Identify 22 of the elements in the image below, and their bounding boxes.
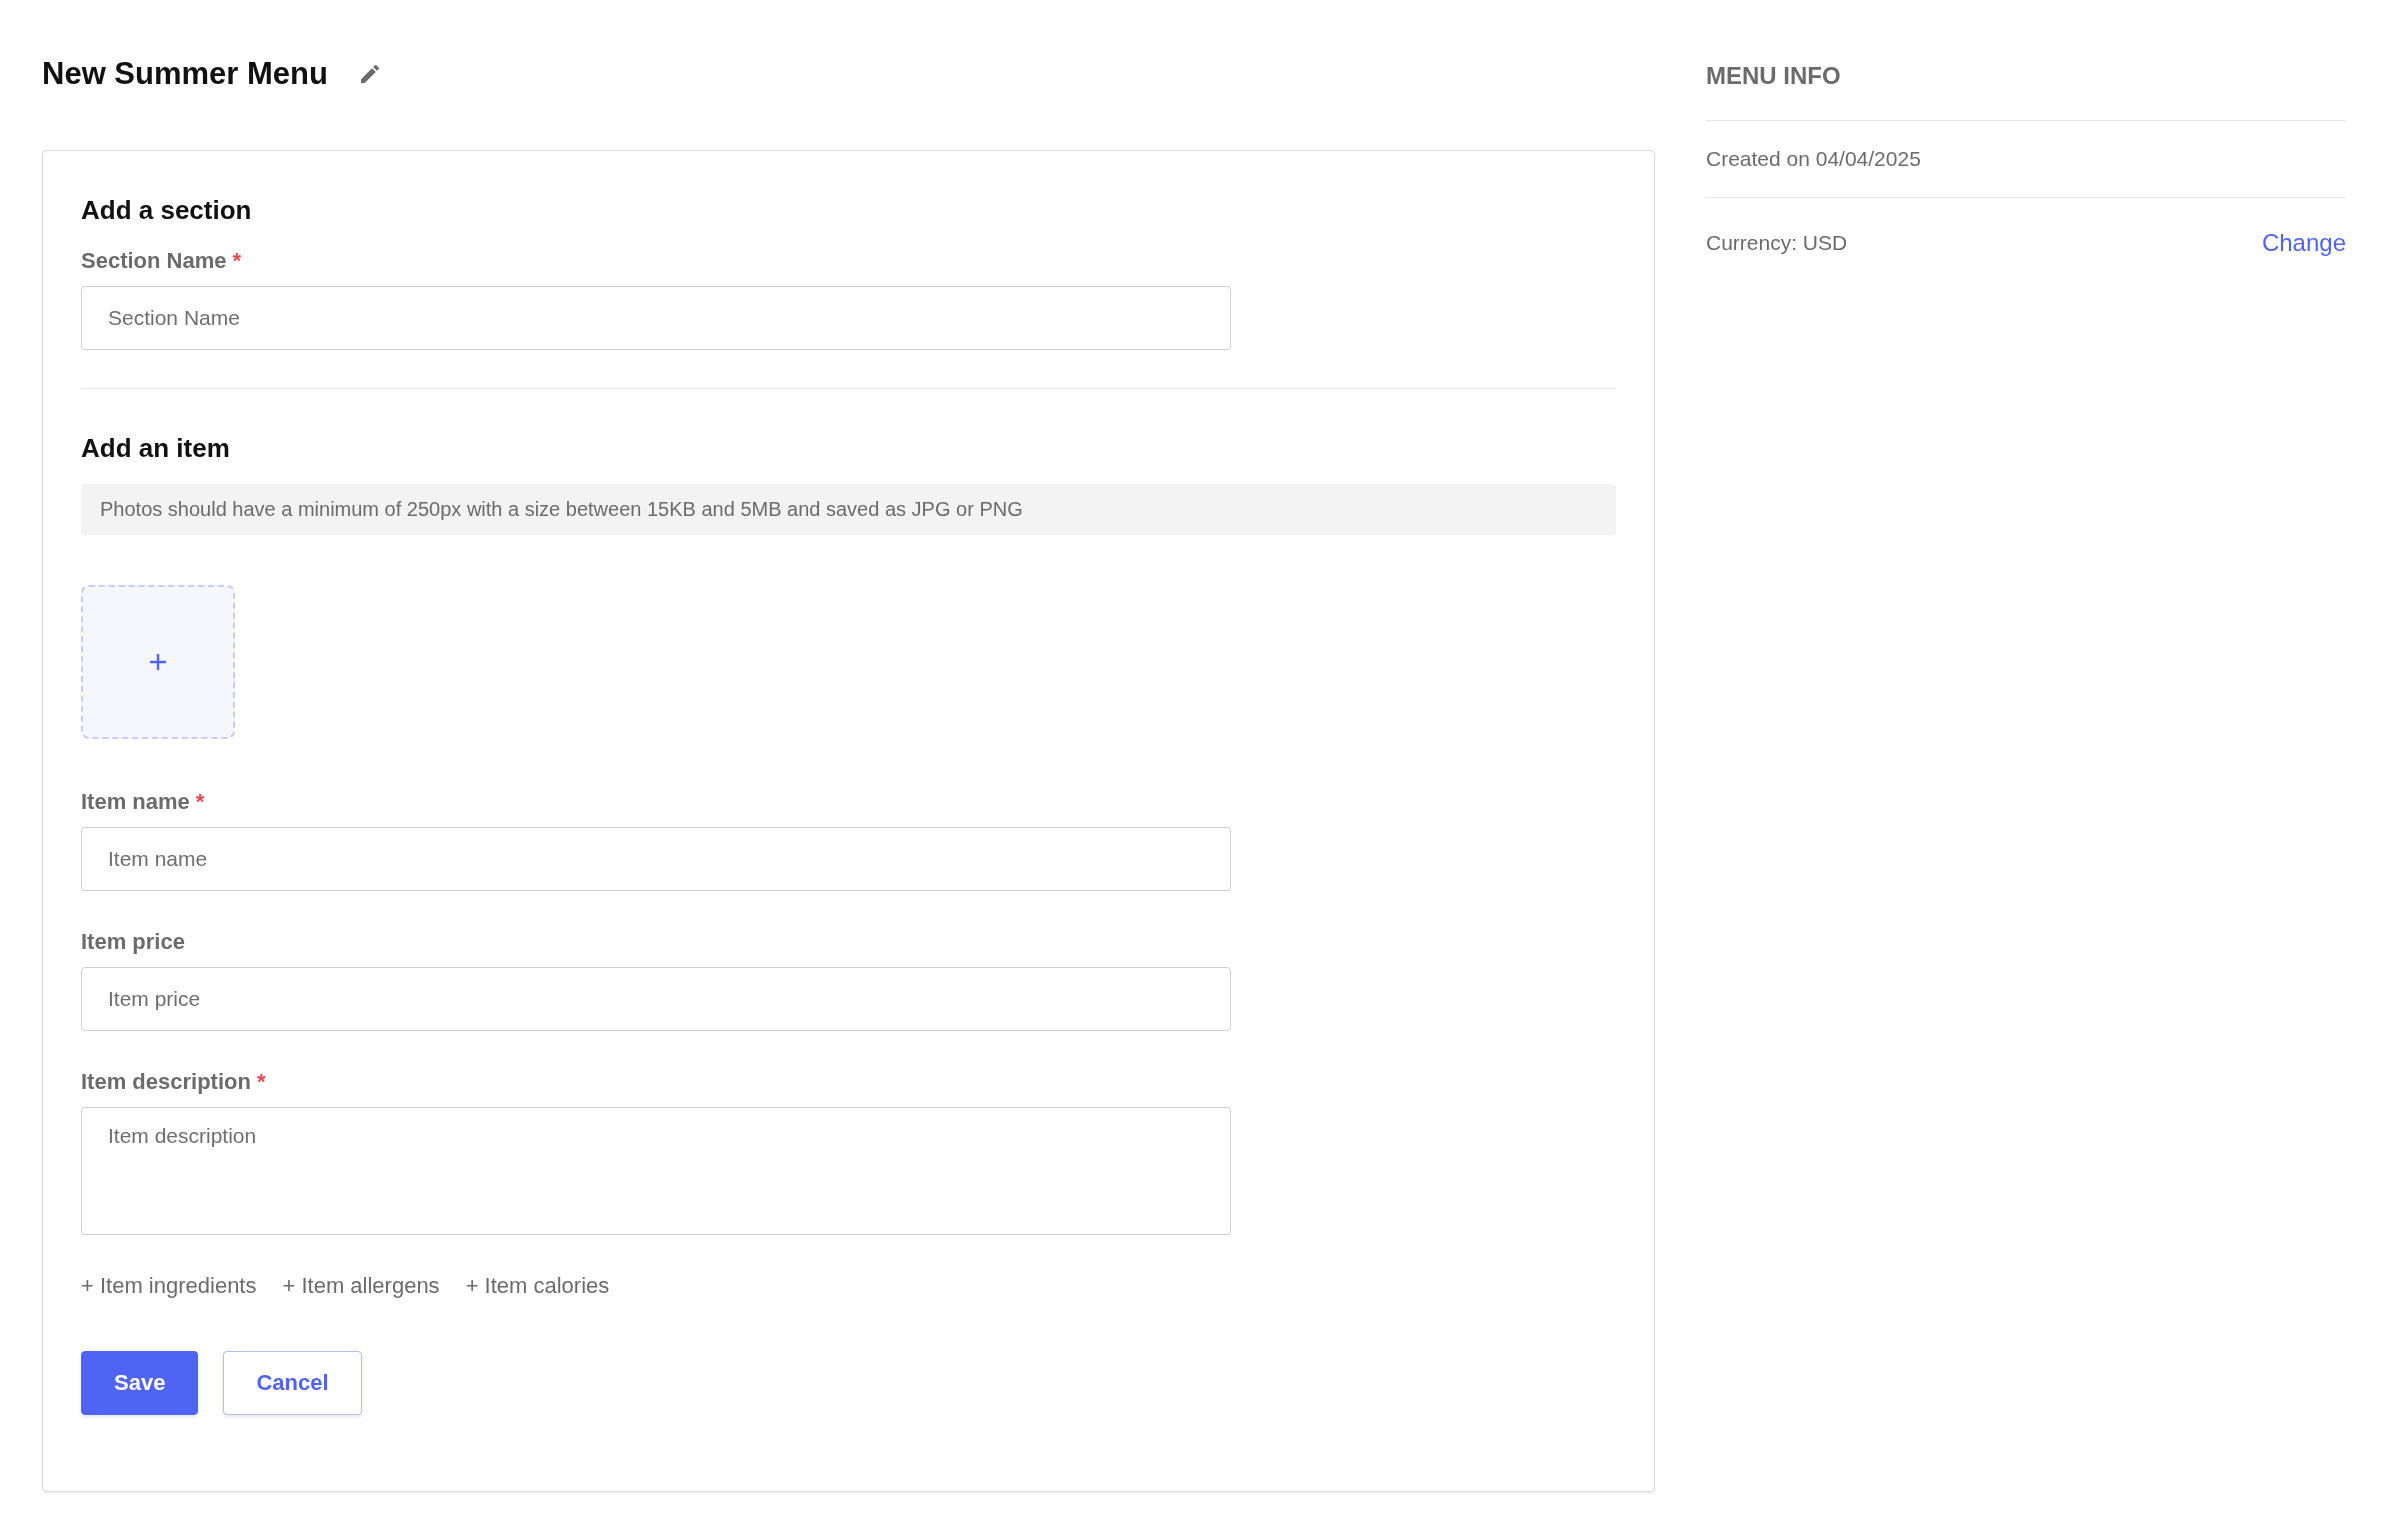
field-label: Section Name * [81, 248, 243, 274]
input-field[interactable]: Item name [81, 827, 1231, 891]
add-detail-link[interactable]: + Item ingredients [81, 1273, 257, 1299]
input-field[interactable]: Section Name [81, 286, 1231, 350]
cancel-button[interactable]: Cancel [223, 1351, 362, 1415]
field-label: Item price [81, 929, 186, 955]
field-label: Item description * [81, 1069, 267, 1095]
description-field[interactable]: Item description [81, 1107, 1231, 1235]
plus-icon [148, 652, 168, 672]
section-heading: Add an item [81, 433, 231, 464]
field-label: Item name * [81, 789, 206, 815]
currency-text: Currency: USD [1706, 231, 1848, 255]
add-detail-link[interactable]: + Item allergens [282, 1273, 440, 1299]
section-heading: Add a section [81, 195, 253, 226]
panel-heading: MENU INFO [1706, 62, 2346, 121]
menu-title: New Summer Menu [42, 56, 328, 92]
photo-notice: Photos should have a minimum of 250px with a size between 15KB and 5MB and saved as JPG or PNG [81, 484, 1616, 535]
change-link[interactable]: Change [2261, 229, 2346, 257]
created-date: Created on 04/04/2025 [1706, 147, 1921, 171]
save-button[interactable]: Save [81, 1351, 199, 1415]
add-detail-link[interactable]: + Item calories [465, 1273, 610, 1299]
input-field[interactable]: Item price [81, 967, 1231, 1031]
